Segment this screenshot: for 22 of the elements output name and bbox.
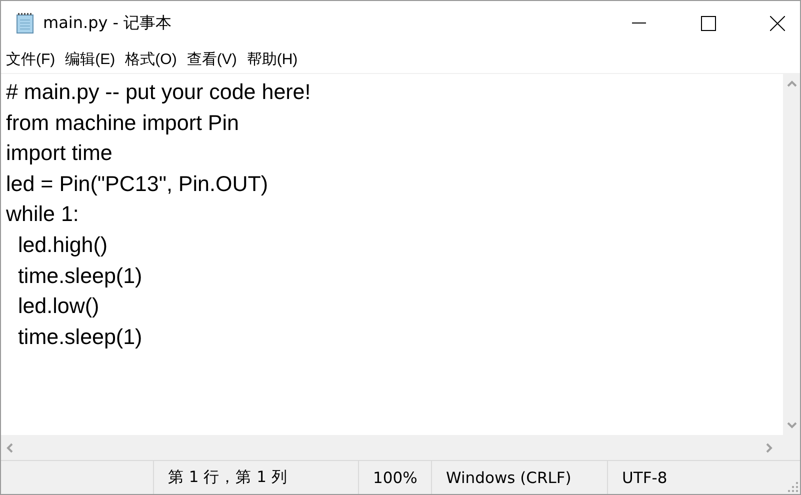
horizontal-scrollbar[interactable] [1,435,783,460]
menu-item[interactable]: 帮助(H) [242,46,303,72]
resize-grip-icon[interactable] [788,482,798,492]
notepad-icon [15,12,35,34]
menu-item[interactable]: 格式(O) [120,46,182,72]
status-text: 100% [358,461,431,494]
scroll-up-icon[interactable] [786,80,796,87]
status-text: UTF-8 [607,461,787,494]
vertical-scrollbar[interactable] [783,74,800,435]
window-title: main.py - 记事本 [43,12,172,34]
status-text: Windows (CRLF) [431,461,607,494]
maximize-icon [700,16,716,30]
scroll-right-icon[interactable] [766,442,773,452]
close-icon [770,16,784,30]
scroll-left-icon[interactable] [6,442,13,452]
text-editor[interactable]: # main.py -- put your code here! from machine import Pin import time led = Pin("PC13", Pin.OUT) while 1: led.high() time.sleep(1) led.low() time.sleep(1) [1,74,783,435]
scroll-down-icon[interactable] [786,422,796,429]
minimize-icon [632,22,646,24]
menu-item[interactable]: 文件(F) [1,46,60,72]
menu-item[interactable]: 查看(V) [182,46,242,72]
status-text: 第 1 行，第 1 列 [153,461,358,494]
menu-item[interactable]: 编辑(E) [60,46,120,72]
